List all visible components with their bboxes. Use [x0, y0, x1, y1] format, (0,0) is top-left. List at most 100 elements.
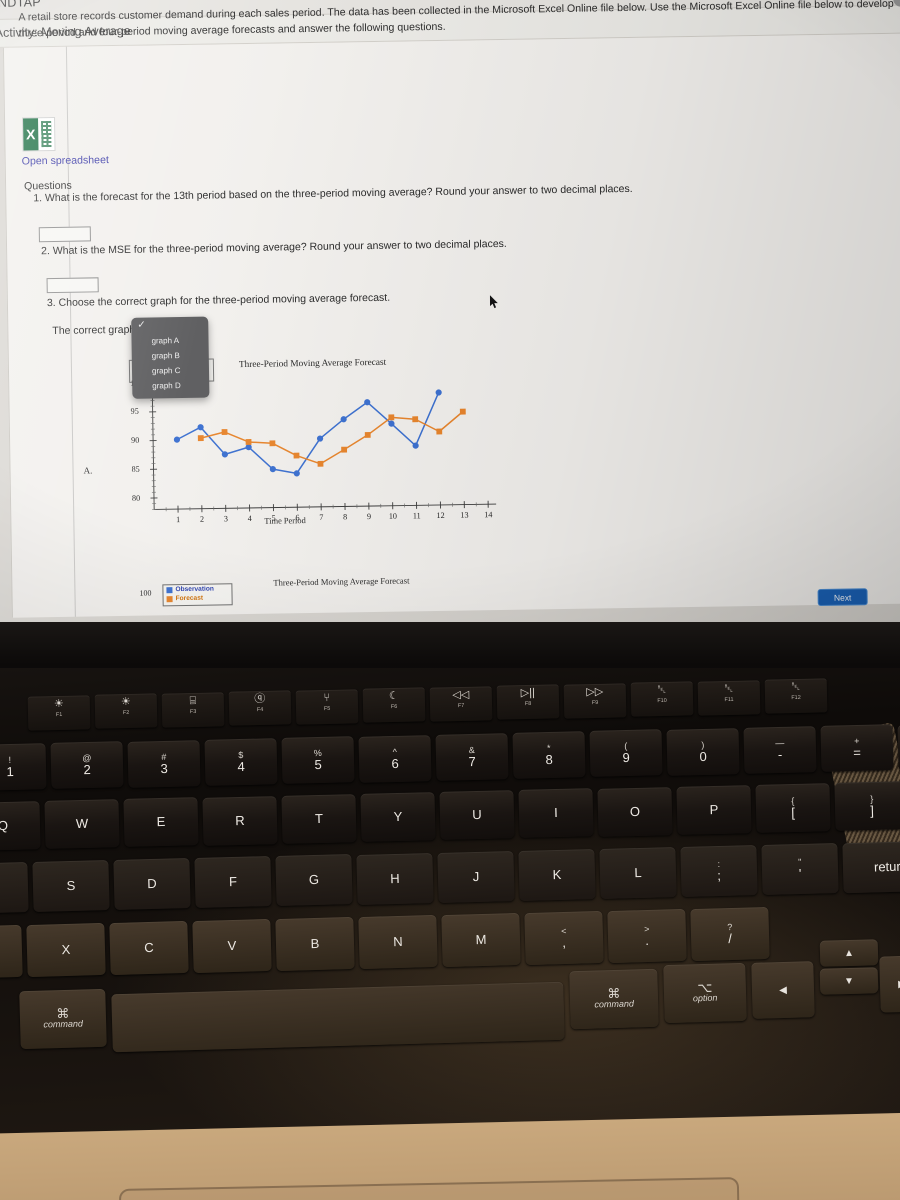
key-=[interactable]: + = [820, 724, 894, 773]
volume-up-key[interactable]: ␇ F12 [764, 678, 828, 714]
intro-line-2: four-period moving average forecasts and… [99, 21, 446, 39]
key-label: C [144, 939, 154, 956]
right-option-key[interactable]: ⌥ option [663, 962, 747, 1024]
mute-key[interactable]: ␇ F10 [630, 681, 694, 717]
dropdown-option-graph-d[interactable]: graph D [152, 381, 181, 390]
key-d[interactable]: D [113, 858, 191, 911]
key-6[interactable]: ^ 6 [358, 734, 432, 783]
key-f[interactable]: F [194, 856, 272, 909]
graph-dropdown-menu[interactable]: ✓ graph A graph B graph C graph D [131, 316, 210, 399]
key-l[interactable]: L [599, 846, 677, 899]
chart-ytick-label: 80 [131, 493, 141, 503]
space-key[interactable] [111, 981, 565, 1053]
key-s[interactable]: S [32, 860, 110, 913]
fast-forward-key[interactable]: ▷▷ F9 [563, 682, 627, 719]
key-1[interactable]: ! 1 [0, 743, 47, 791]
key-q[interactable]: Q [0, 801, 41, 851]
arrow-right-key[interactable]: ▶ [879, 955, 900, 1013]
key-period[interactable]: >. [607, 908, 687, 964]
key-][interactable]: }] [834, 781, 900, 832]
chart-xtick-label: 11 [412, 511, 421, 521]
key-e[interactable]: E [123, 797, 199, 848]
mission-control-key[interactable]: ⌸ F3 [161, 692, 225, 728]
key-glyph-icon: ⑂ [323, 691, 331, 704]
rewind-key[interactable]: ◁◁ F7 [429, 686, 493, 722]
key-4[interactable]: $4 [204, 738, 278, 786]
left-command-key[interactable]: ⌘ command [19, 988, 107, 1050]
key-glyph-icon: ▷▷ [586, 685, 604, 698]
key-w[interactable]: W [44, 799, 120, 850]
right-command-key[interactable]: ⌘ command [569, 968, 659, 1030]
arrow-up-key[interactable]: ▲ [819, 939, 879, 967]
key-z[interactable]: Z [0, 924, 23, 980]
chart-xtick-label: 3 [223, 514, 229, 524]
key-r[interactable]: R [202, 795, 278, 846]
key-9[interactable]: (9 [589, 729, 663, 778]
key-[[interactable]: {[ [755, 783, 831, 833]
spotlight-search-key[interactable]: ⓠ F4 [228, 690, 292, 726]
key-quote[interactable]: " ' [761, 843, 839, 895]
dropdown-option-graph-a[interactable]: graph A [151, 336, 179, 345]
key-2[interactable]: @2 [50, 741, 124, 790]
chart-ytick-label: 90 [131, 435, 140, 445]
mouse-cursor [489, 295, 498, 309]
key-fn-label: F4 [256, 707, 264, 714]
key-semicolon[interactable]: :; [680, 844, 758, 897]
key-v[interactable]: V [192, 918, 272, 974]
key-u[interactable]: U [439, 790, 515, 841]
next-button[interactable]: Next [817, 588, 868, 607]
arrow-down-key[interactable]: ▼ [819, 967, 879, 995]
key-label: D [147, 876, 157, 892]
open-spreadsheet-link[interactable]: Open spreadsheet [22, 154, 109, 167]
arrow-left-key[interactable]: ◀ [751, 961, 815, 1019]
key-c[interactable]: C [109, 920, 189, 976]
laptop-body: ☀ F1 ☀ F2 ⌸ F3 ⓠ F4 ⑂ F5 ☾ F6 ◁◁ F7 ▷|| F8 ▷▷ F9 ␇ F10 ␇ F11 ␇… [0, 668, 900, 1200]
answer-1-input[interactable] [38, 226, 91, 243]
key-y[interactable]: Y [360, 792, 436, 842]
key-t[interactable]: T [281, 793, 357, 844]
key-slash[interactable]: ? / [690, 906, 770, 962]
brightness-up-key[interactable]: ☀ F2 [94, 693, 158, 730]
key-comma[interactable]: <, [524, 910, 604, 966]
key-7[interactable]: & 7 [435, 732, 509, 781]
key-x[interactable]: X [26, 922, 106, 978]
key-g[interactable]: G [275, 854, 353, 907]
key-k[interactable]: K [518, 848, 596, 901]
answer-2-input[interactable] [46, 277, 99, 294]
legend-swatch-forecast [166, 595, 173, 602]
key-glyph-icon: ▷|| [520, 686, 536, 700]
dictation-key[interactable]: ⑂ F5 [295, 689, 359, 725]
volume-down-key[interactable]: ␇ F11 [697, 679, 761, 716]
legend-row-forecast: Forecast [164, 593, 232, 603]
key-j[interactable]: J [437, 850, 515, 903]
key-n[interactable]: N [358, 914, 438, 970]
key-o[interactable]: O [597, 786, 673, 837]
key-label: ] [870, 803, 875, 819]
key-0[interactable]: ) 0 [666, 727, 740, 776]
key-fn-label: F12 [791, 694, 801, 702]
key-m[interactable]: M [441, 912, 521, 968]
key-fn-label: F5 [323, 705, 331, 712]
key-label: L [634, 864, 642, 880]
key-i[interactable]: I [518, 788, 594, 839]
key-label: G [308, 872, 320, 888]
key-a[interactable]: A [0, 862, 29, 914]
dropdown-option-graph-b[interactable]: graph B [152, 351, 180, 360]
chart-xtick-label: 9 [366, 512, 372, 522]
key-h[interactable]: H [356, 852, 434, 905]
excel-file-icon[interactable]: X [22, 116, 56, 152]
key--[interactable]: — - [743, 726, 817, 774]
key-glyph-icon: ⌸ [189, 694, 197, 707]
key-8[interactable]: * 8 [512, 731, 586, 779]
key-label: F [228, 874, 238, 890]
brightness-down-key[interactable]: ☀ F1 [27, 695, 91, 731]
key-return[interactable]: return [842, 840, 900, 894]
key-p[interactable]: P [676, 784, 752, 835]
key-glyph-icon: ☾ [388, 690, 399, 703]
key-3[interactable]: #3 [127, 739, 201, 788]
do-not-disturb-key[interactable]: ☾ F6 [362, 687, 426, 723]
key-5[interactable]: % 5 [281, 736, 355, 784]
dropdown-option-graph-c[interactable]: graph C [152, 366, 181, 375]
play-pause-key[interactable]: ▷|| F8 [496, 684, 560, 720]
key-b[interactable]: B [275, 916, 355, 972]
